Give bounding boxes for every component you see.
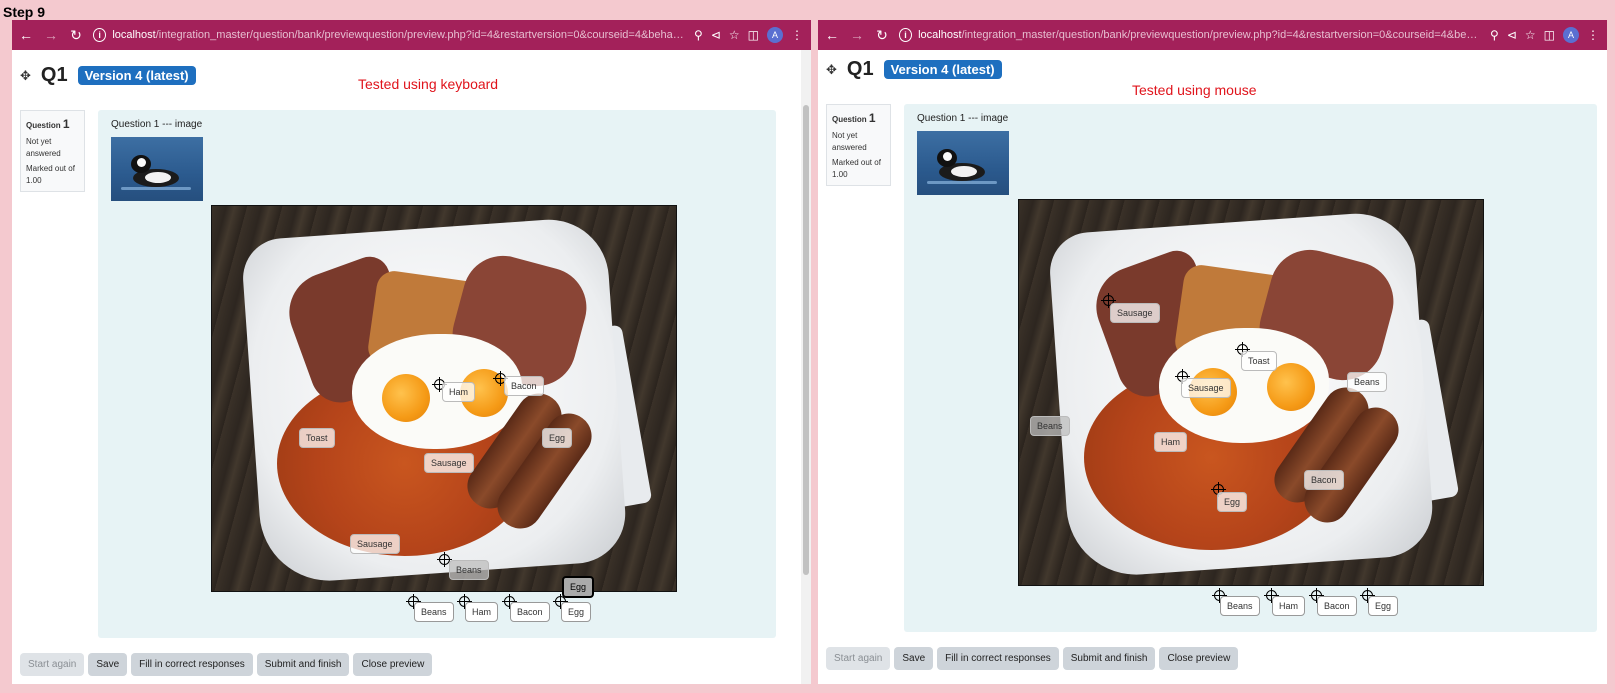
share-icon[interactable]: ⊲ bbox=[1507, 28, 1517, 42]
start-again-button[interactable]: Start again bbox=[20, 653, 85, 676]
move-icon[interactable]: ✥ bbox=[826, 62, 837, 78]
site-info-icon[interactable]: i bbox=[899, 28, 913, 42]
placed-tag-sausage[interactable]: Sausage bbox=[350, 534, 400, 554]
fill-correct-button[interactable]: Fill in correct responses bbox=[131, 653, 253, 676]
scrollbar-thumb[interactable] bbox=[803, 105, 809, 575]
question-number: Question 1 bbox=[832, 111, 876, 125]
url-host: localhost bbox=[112, 29, 156, 41]
save-button[interactable]: Save bbox=[88, 653, 128, 676]
browser-toolbar: ← → ↻ i localhost /integration_master/qu… bbox=[818, 20, 1607, 50]
home-tag-beans[interactable]: Beans bbox=[1220, 596, 1260, 616]
url-path: /integration_master/question/bank/previe… bbox=[155, 29, 687, 41]
placed-tag-bacon[interactable]: Bacon bbox=[1304, 470, 1344, 490]
placed-tag-sausage[interactable]: Sausage bbox=[1110, 303, 1160, 323]
home-tag-bacon[interactable]: Bacon bbox=[510, 602, 550, 622]
question-state: Not yet answered bbox=[26, 137, 61, 158]
question-info: Question 1 Not yet answered Marked out o… bbox=[20, 110, 85, 192]
avatar[interactable]: A bbox=[1563, 27, 1579, 43]
placed-tag-beans[interactable]: Beans bbox=[1347, 372, 1387, 392]
placed-tag-egg[interactable]: Egg bbox=[1217, 492, 1248, 512]
url-path: /integration_master/question/bank/previe… bbox=[961, 29, 1483, 41]
tested-note: Tested using mouse bbox=[1132, 82, 1257, 98]
star-icon[interactable]: ☆ bbox=[1525, 28, 1536, 42]
question-header: ✥ Q1 Version 4 (latest) bbox=[20, 64, 196, 87]
placed-tag-ham[interactable]: Ham bbox=[1154, 432, 1188, 452]
question-marks: Marked out of 1.00 bbox=[26, 164, 75, 185]
back-arrow-icon[interactable]: ← bbox=[15, 24, 37, 46]
placed-tag-beans[interactable]: Beans bbox=[1030, 416, 1070, 436]
side-panel-icon[interactable]: ◫ bbox=[1544, 28, 1555, 42]
step-label: Step 9 bbox=[3, 4, 46, 20]
question-text: Question 1 --- image bbox=[917, 113, 1009, 124]
kebab-menu-icon[interactable]: ⋮ bbox=[791, 28, 803, 42]
placed-tag-bacon[interactable]: Bacon bbox=[504, 376, 544, 396]
reload-icon[interactable]: ↻ bbox=[65, 24, 87, 46]
placed-tag-sausage[interactable]: Sausage bbox=[1181, 378, 1231, 398]
forward-arrow-icon[interactable]: → bbox=[40, 24, 62, 46]
version-badge: Version 4 (latest) bbox=[77, 66, 196, 85]
close-preview-button[interactable]: Close preview bbox=[353, 653, 433, 676]
submit-finish-button[interactable]: Submit and finish bbox=[256, 653, 350, 676]
duck-image bbox=[111, 137, 203, 201]
zoom-icon[interactable]: ⚲ bbox=[694, 28, 703, 42]
back-arrow-icon[interactable]: ← bbox=[821, 24, 843, 46]
focused-tag-egg[interactable]: Egg bbox=[562, 576, 595, 598]
home-tag-beans[interactable]: Beans bbox=[414, 602, 454, 622]
home-tag-bacon[interactable]: Bacon bbox=[1317, 596, 1357, 616]
placed-tag-sausage[interactable]: Sausage bbox=[424, 453, 474, 473]
move-icon[interactable]: ✥ bbox=[20, 68, 31, 84]
browser-toolbar: ← → ↻ i localhost /integration_master/qu… bbox=[12, 20, 811, 50]
action-buttons: Start again Save Fill in correct respons… bbox=[826, 647, 1239, 670]
duck-image bbox=[917, 131, 1009, 195]
browser-window-keyboard: ← → ↻ i localhost /integration_master/qu… bbox=[12, 20, 811, 684]
scrollbar[interactable] bbox=[801, 50, 811, 684]
star-icon[interactable]: ☆ bbox=[729, 28, 740, 42]
side-panel-icon[interactable]: ◫ bbox=[748, 28, 759, 42]
kebab-menu-icon[interactable]: ⋮ bbox=[1587, 28, 1599, 42]
action-buttons: Start again Save Fill in correct respons… bbox=[20, 653, 433, 676]
address-bar[interactable]: i localhost /integration_master/question… bbox=[93, 24, 686, 46]
home-tag-ham[interactable]: Ham bbox=[465, 602, 499, 622]
tested-note: Tested using keyboard bbox=[358, 76, 499, 92]
url-host: localhost bbox=[918, 29, 962, 41]
save-button[interactable]: Save bbox=[894, 647, 934, 670]
placed-tag-ham[interactable]: Ham bbox=[442, 382, 476, 402]
forward-arrow-icon[interactable]: → bbox=[846, 24, 868, 46]
close-preview-button[interactable]: Close preview bbox=[1159, 647, 1239, 670]
question-title: Q1 bbox=[40, 64, 68, 86]
question-title: Q1 bbox=[846, 58, 874, 80]
start-again-button[interactable]: Start again bbox=[826, 647, 891, 670]
question-number: Question 1 bbox=[26, 117, 70, 131]
submit-finish-button[interactable]: Submit and finish bbox=[1062, 647, 1156, 670]
question-text: Question 1 --- image bbox=[111, 119, 203, 130]
home-tag-ham[interactable]: Ham bbox=[1272, 596, 1306, 616]
placed-tag-toast[interactable]: Toast bbox=[1241, 351, 1277, 371]
share-icon[interactable]: ⊲ bbox=[711, 28, 721, 42]
zoom-icon[interactable]: ⚲ bbox=[1490, 28, 1499, 42]
placed-tag-beans[interactable]: Beans bbox=[449, 560, 489, 580]
question-marks: Marked out of 1.00 bbox=[832, 158, 881, 179]
fill-correct-button[interactable]: Fill in correct responses bbox=[937, 647, 1059, 670]
version-badge: Version 4 (latest) bbox=[883, 60, 1002, 79]
placed-tag-egg[interactable]: Egg bbox=[542, 428, 573, 448]
placed-tag-toast[interactable]: Toast bbox=[299, 428, 335, 448]
browser-window-mouse: ← → ↻ i localhost /integration_master/qu… bbox=[818, 20, 1607, 684]
home-tag-egg[interactable]: Egg bbox=[561, 602, 592, 622]
drop-zone-image[interactable]: Sausage Toast Sausage Beans Beans Ham Ba… bbox=[1018, 199, 1484, 586]
home-tag-egg[interactable]: Egg bbox=[1368, 596, 1399, 616]
question-info: Question 1 Not yet answered Marked out o… bbox=[826, 104, 891, 186]
site-info-icon[interactable]: i bbox=[93, 28, 107, 42]
drop-zone-image[interactable]: Ham Bacon Toast Egg Sausage Sausage Bean… bbox=[211, 205, 677, 592]
reload-icon[interactable]: ↻ bbox=[871, 24, 893, 46]
question-state: Not yet answered bbox=[832, 131, 867, 152]
question-header: ✥ Q1 Version 4 (latest) bbox=[826, 58, 1002, 81]
address-bar[interactable]: i localhost /integration_master/question… bbox=[899, 24, 1482, 46]
avatar[interactable]: A bbox=[767, 27, 783, 43]
